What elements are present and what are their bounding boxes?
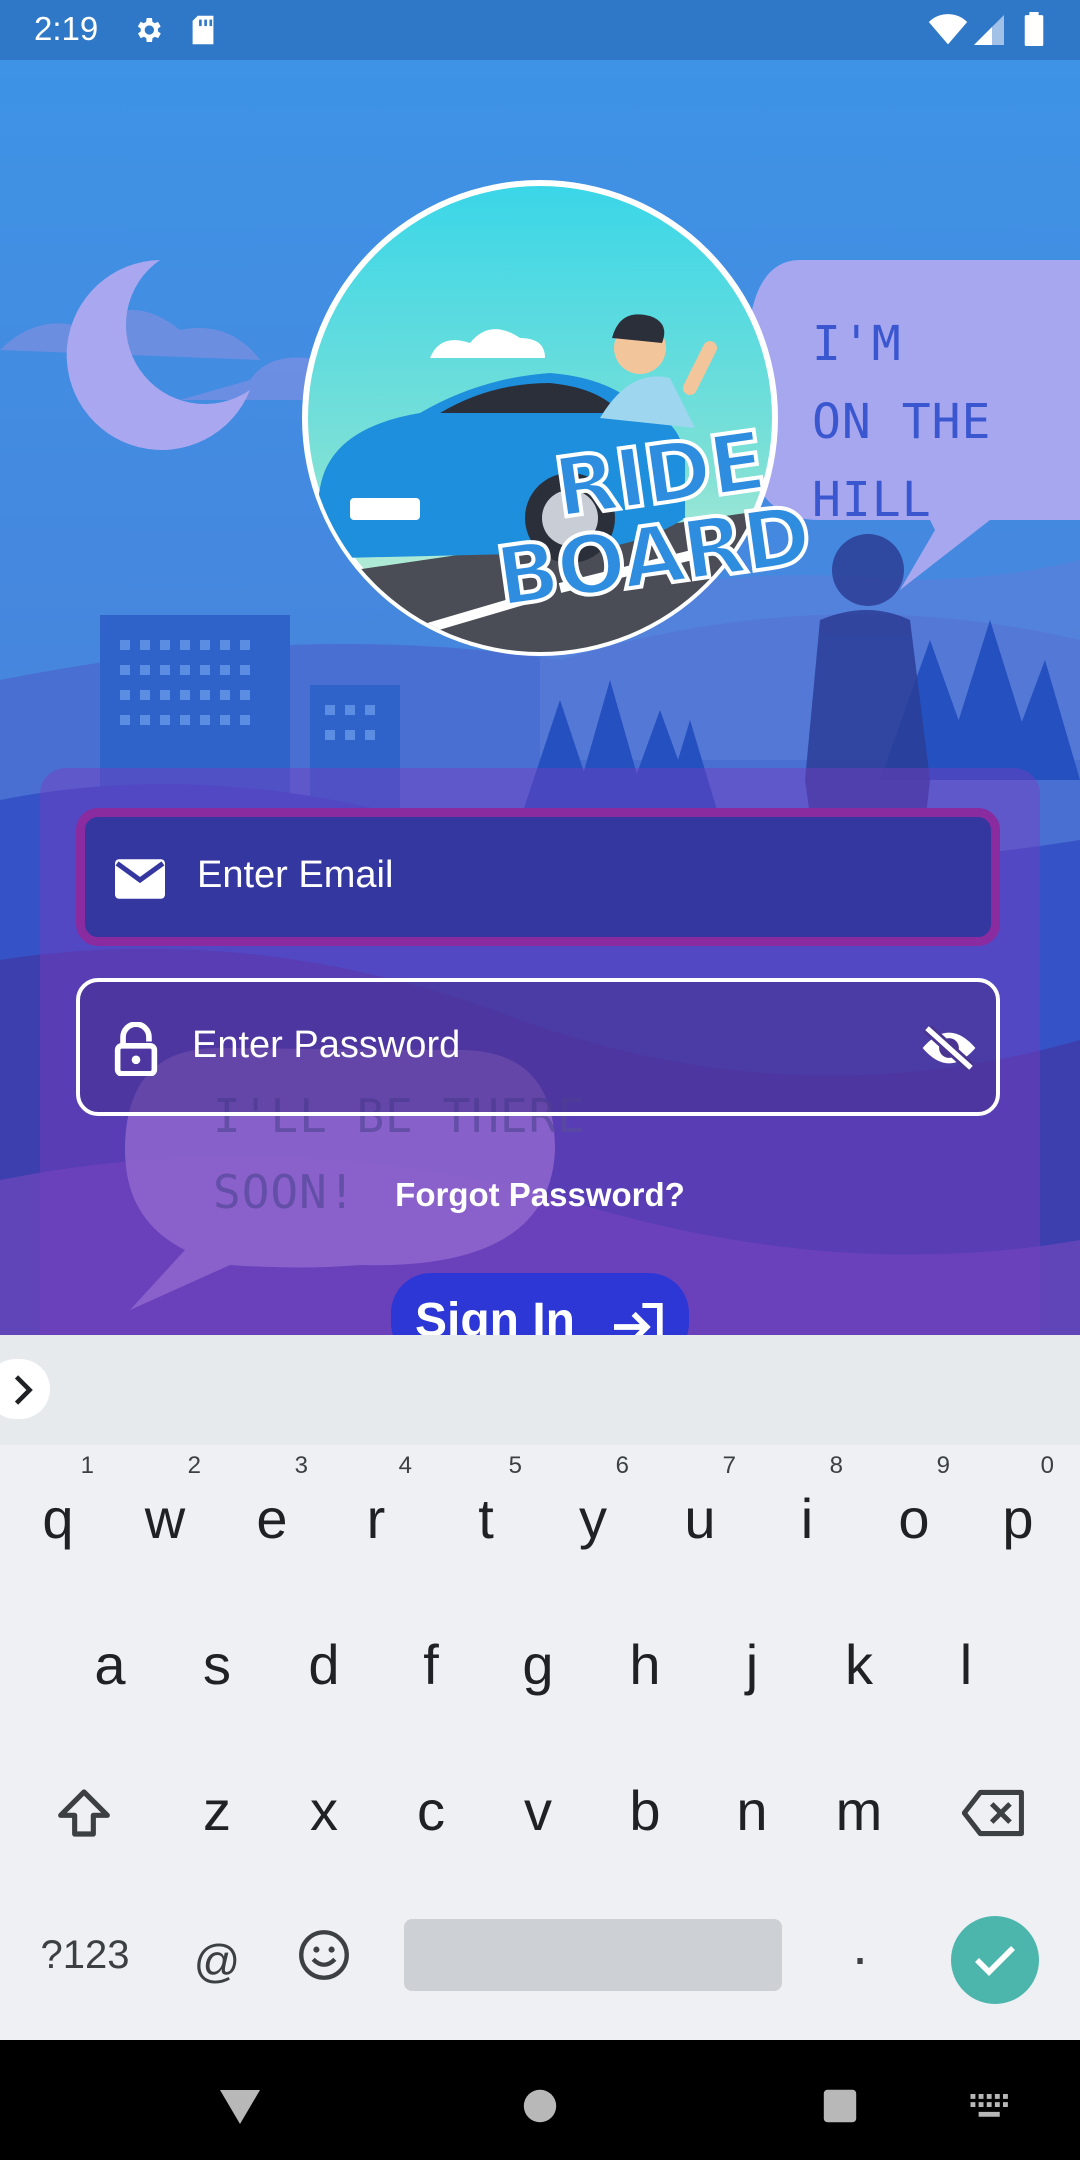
soft-keyboard: q1 w2 e3 r4 t5 y6 u7 i8 o9 p0 a s d f g … [0, 1445, 1080, 2040]
key-r[interactable]: r4 [322, 1452, 430, 1579]
wifi-icon [928, 14, 968, 45]
ride-board-logo: RIDE BOARD [300, 178, 817, 658]
home-icon[interactable] [522, 2088, 558, 2124]
lock-icon [114, 1022, 158, 1076]
key-b[interactable]: b [591, 1751, 699, 1871]
expand-suggestions-button[interactable] [0, 1359, 50, 1419]
key-l[interactable]: l [912, 1605, 1020, 1725]
backspace-key[interactable] [940, 1751, 1048, 1871]
mail-icon [115, 859, 165, 899]
period-key[interactable]: . [806, 1885, 914, 2005]
key-i[interactable]: i8 [753, 1452, 861, 1579]
key-d[interactable]: d [270, 1605, 378, 1725]
symbols-key[interactable]: ?123 [20, 1895, 150, 2015]
bubble-top-line1: I'M [812, 316, 902, 372]
space-bar[interactable] [404, 1919, 782, 1991]
key-z[interactable]: z [163, 1751, 271, 1871]
key-n[interactable]: n [698, 1751, 806, 1871]
key-t[interactable]: t5 [432, 1452, 540, 1579]
backspace-icon [961, 1789, 1024, 1837]
key-k[interactable]: k [805, 1605, 913, 1725]
key-p[interactable]: p0 [964, 1452, 1072, 1579]
key-q[interactable]: q1 [4, 1452, 112, 1579]
email-field[interactable]: Enter Email [76, 808, 1000, 946]
enter-key[interactable] [951, 1916, 1039, 2004]
sd-card-icon [192, 15, 214, 45]
key-o[interactable]: o9 [860, 1452, 968, 1579]
keyboard-switch-icon[interactable] [970, 2094, 1010, 2120]
key-c[interactable]: c [377, 1751, 485, 1871]
bubble-top-line2: ON THE HILL [812, 394, 992, 528]
key-w[interactable]: w2 [111, 1452, 219, 1579]
key-x[interactable]: x [270, 1751, 378, 1871]
speech-bubble-top: I'M ON THE HILL [812, 305, 1080, 539]
chevron-right-icon [14, 1375, 33, 1405]
key-f[interactable]: f [377, 1605, 485, 1725]
key-a[interactable]: a [56, 1605, 164, 1725]
navigation-bar [0, 2040, 1080, 2160]
key-j[interactable]: j [698, 1605, 806, 1725]
keyboard-toolbar [0, 1335, 1080, 1445]
at-key[interactable]: @ [163, 1901, 271, 2021]
key-h[interactable]: h [591, 1605, 699, 1725]
status-time: 2:19 [34, 10, 99, 47]
recents-icon[interactable] [822, 2088, 858, 2124]
shift-key[interactable] [30, 1751, 138, 1871]
gear-icon [137, 18, 161, 42]
key-v[interactable]: v [484, 1751, 592, 1871]
key-y[interactable]: y6 [539, 1452, 647, 1579]
status-bar: 2:19 [0, 0, 1080, 60]
password-placeholder: Enter Password [192, 1024, 461, 1066]
password-field[interactable]: Enter Password [76, 978, 1000, 1116]
visibility-off-icon[interactable] [920, 1026, 978, 1070]
battery-icon [1024, 12, 1044, 46]
checkmark-icon [975, 1946, 1015, 1976]
key-g[interactable]: g [484, 1605, 592, 1725]
email-placeholder: Enter Email [197, 854, 394, 896]
back-icon[interactable] [218, 2088, 262, 2126]
signal-icon [974, 15, 1004, 45]
key-e[interactable]: e3 [218, 1452, 326, 1579]
forgot-password-link[interactable]: Forgot Password? [0, 1176, 1080, 1214]
emoji-icon [299, 1930, 349, 1980]
shift-icon [58, 1789, 110, 1837]
emoji-key[interactable] [270, 1895, 378, 2015]
key-s[interactable]: s [163, 1605, 271, 1725]
key-u[interactable]: u7 [646, 1452, 754, 1579]
key-m[interactable]: m [805, 1751, 913, 1871]
